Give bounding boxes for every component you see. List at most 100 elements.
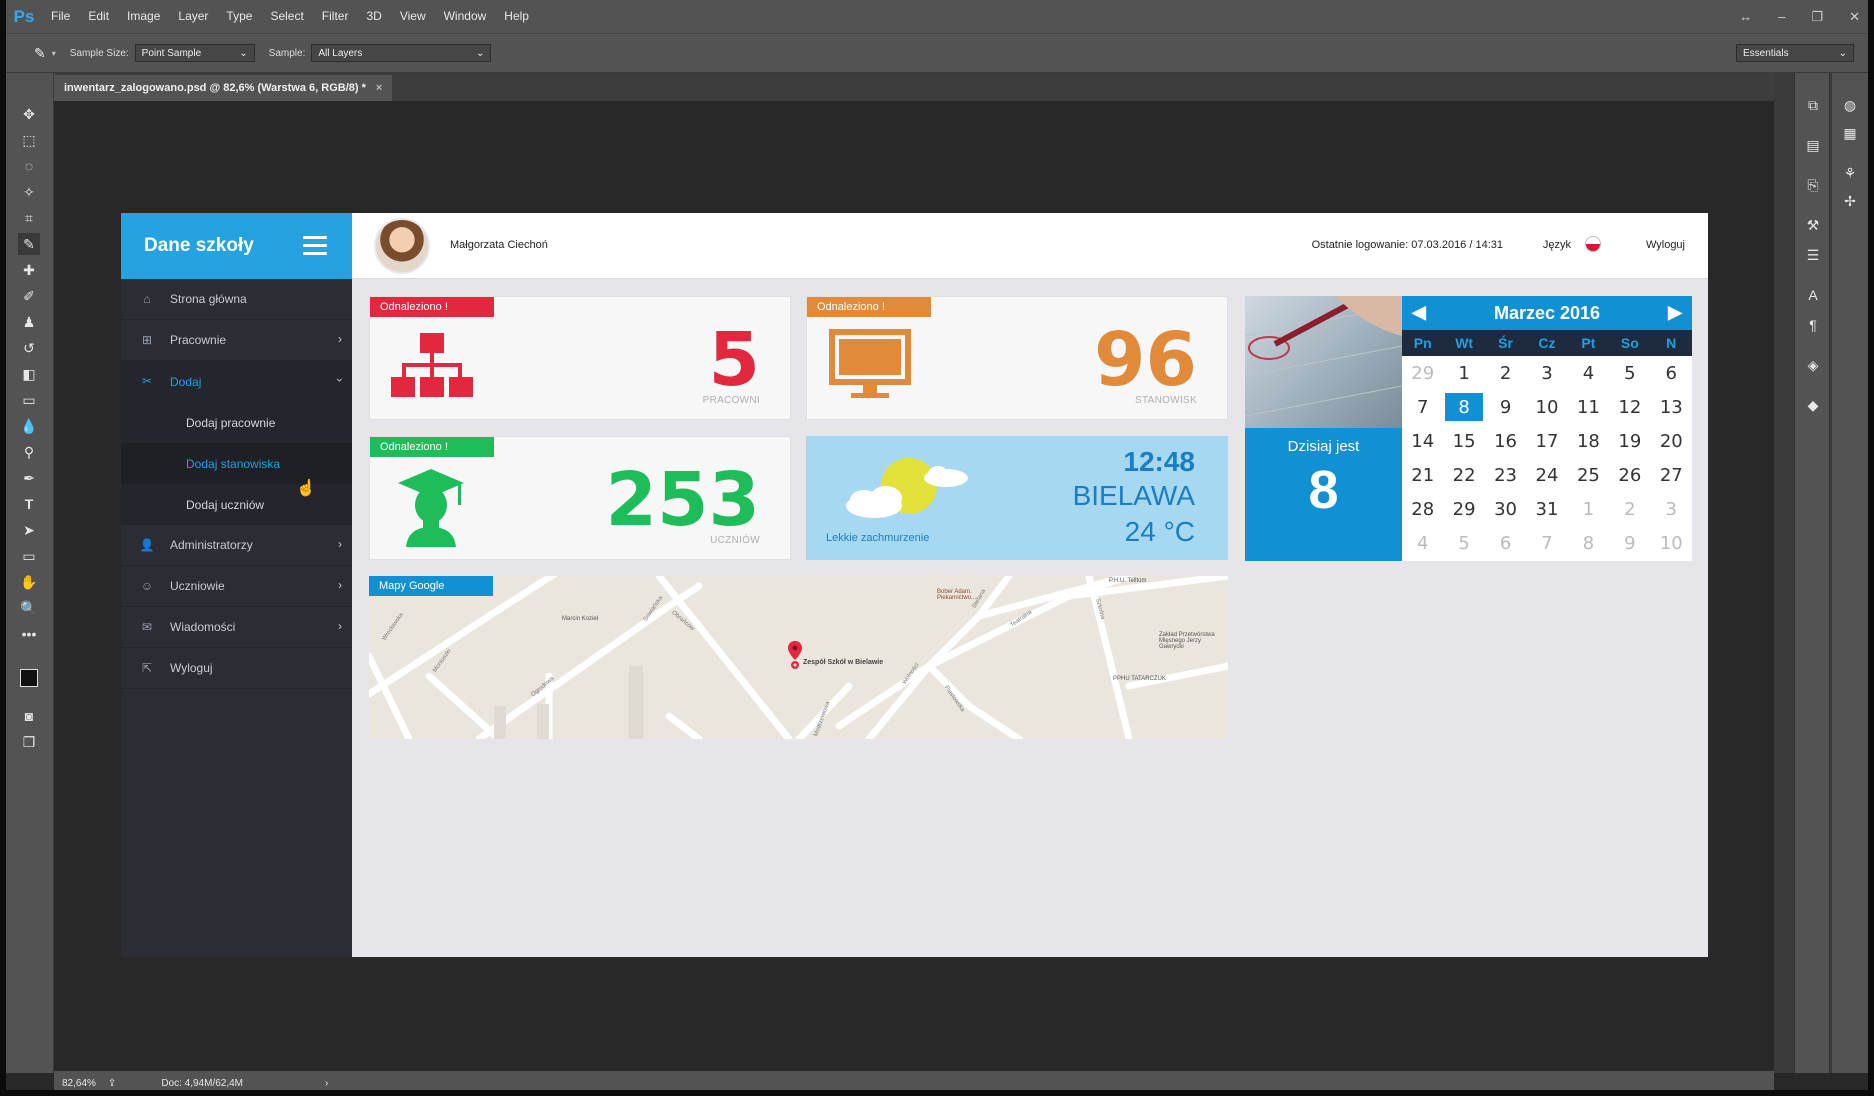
stat-card-stanowiska[interactable]: Odnaleziono ! 96 STANOWISK: [806, 296, 1228, 420]
calendar-day[interactable]: 4: [1568, 356, 1609, 390]
calendar-day[interactable]: 18: [1568, 424, 1609, 458]
eyedropper-tool-icon[interactable]: ✎: [18, 233, 40, 255]
avatar[interactable]: [374, 218, 430, 274]
zoom-tool-icon[interactable]: 🔍: [18, 597, 40, 619]
properties-panel-icon[interactable]: ☰: [1803, 245, 1823, 265]
eraser-tool-icon[interactable]: ◧: [18, 363, 40, 385]
calendar-day[interactable]: 1: [1568, 493, 1609, 527]
calendar-day[interactable]: 26: [1609, 459, 1650, 493]
prev-month-icon[interactable]: ◀: [1412, 302, 1426, 323]
more-tools-icon[interactable]: •••: [18, 623, 40, 645]
healing-brush-tool-icon[interactable]: ✚: [18, 259, 40, 281]
dodge-tool-icon[interactable]: ⚲: [18, 441, 40, 463]
stamp-tool-icon[interactable]: ♟: [18, 311, 40, 333]
calendar-day[interactable]: 10: [1651, 527, 1692, 561]
menu-window[interactable]: Window: [435, 0, 496, 33]
calendar-day[interactable]: 11: [1568, 390, 1609, 424]
chevron-down-icon[interactable]: ▾: [52, 49, 56, 58]
close-icon[interactable]: ✕: [1849, 9, 1860, 25]
nav-item-wyloguj[interactable]: ⇱ Wyloguj: [121, 648, 352, 689]
share-icon[interactable]: ⇪: [108, 1078, 116, 1089]
layers-panel-icon[interactable]: ◆: [1803, 395, 1823, 415]
menu-filter[interactable]: Filter: [313, 0, 358, 33]
channels-panel-icon[interactable]: ⚘: [1840, 163, 1860, 183]
menu-view[interactable]: View: [391, 0, 435, 33]
calendar-day[interactable]: 14: [1402, 424, 1443, 458]
calendar-day[interactable]: 21: [1402, 459, 1443, 493]
calendar-day[interactable]: 27: [1651, 459, 1692, 493]
calendar-day[interactable]: 31: [1526, 493, 1567, 527]
brush-tool-icon[interactable]: ✐: [18, 285, 40, 307]
calendar-day[interactable]: 8: [1568, 527, 1609, 561]
calendar-day[interactable]: 10: [1526, 390, 1567, 424]
history-brush-tool-icon[interactable]: ↺: [18, 337, 40, 359]
gradient-tool-icon[interactable]: ▭: [18, 389, 40, 411]
document-tab[interactable]: inwentarz_zalogowano.psd @ 82,6% (Warstw…: [54, 75, 392, 101]
nav-item-pracownie[interactable]: ⊞ Pracownie ›: [121, 320, 352, 361]
screen-mode-icon[interactable]: ❐: [18, 731, 40, 753]
hand-tool-icon[interactable]: ✋: [18, 571, 40, 593]
calendar-day[interactable]: 7: [1402, 390, 1443, 424]
clone-source-panel-icon[interactable]: ⎘: [1803, 175, 1823, 195]
logout-link[interactable]: Wyloguj: [1646, 239, 1685, 251]
menu-file[interactable]: File: [42, 0, 79, 33]
workspace-select[interactable]: Essentials ⌄: [1736, 44, 1854, 62]
calendar-day[interactable]: 5: [1609, 356, 1650, 390]
quick-mask-icon[interactable]: ◙: [18, 705, 40, 727]
nav-item-uczniowie[interactable]: ☺ Uczniowie ›: [121, 566, 352, 607]
type-tool-icon[interactable]: T: [18, 493, 40, 515]
calendar-day[interactable]: 20: [1651, 424, 1692, 458]
calendar-day[interactable]: 23: [1485, 459, 1526, 493]
calendar-day[interactable]: 7: [1526, 527, 1567, 561]
pen-tool-icon[interactable]: ✒: [18, 467, 40, 489]
calendar-day[interactable]: 1: [1443, 356, 1484, 390]
marquee-tool-icon[interactable]: ⬚: [18, 129, 40, 151]
calendar-day[interactable]: 19: [1609, 424, 1650, 458]
calendar-day[interactable]: 24: [1526, 459, 1567, 493]
calendar-day-selected[interactable]: 8: [1445, 393, 1483, 422]
restore-icon[interactable]: ❐: [1811, 9, 1823, 25]
menu-help[interactable]: Help: [495, 0, 538, 33]
menu-3d[interactable]: 3D: [357, 0, 390, 33]
paths-panel-icon[interactable]: ✢: [1840, 191, 1860, 211]
calendar-day[interactable]: 6: [1485, 527, 1526, 561]
swatches-panel-icon[interactable]: ▦: [1840, 123, 1860, 143]
calendar-day[interactable]: 9: [1485, 390, 1526, 424]
next-month-icon[interactable]: ▶: [1668, 302, 1682, 323]
google-map[interactable]: Mapy Google Zespół Szkół w Bielawie Marc…: [369, 576, 1228, 739]
character-panel-icon[interactable]: A: [1803, 285, 1823, 305]
resize-arrows-icon[interactable]: ↔: [1739, 9, 1752, 24]
calendar-day[interactable]: 2: [1485, 356, 1526, 390]
eyedropper-tool-icon[interactable]: ✎: [34, 45, 46, 62]
path-select-tool-icon[interactable]: ➤: [18, 519, 40, 541]
calendar-day[interactable]: 3: [1651, 493, 1692, 527]
sample-select[interactable]: All Layers ⌄: [311, 44, 492, 62]
tool-presets-panel-icon[interactable]: ⚒: [1803, 215, 1823, 235]
zoom-level[interactable]: 82,64%: [62, 1078, 96, 1089]
calendar-day[interactable]: 13: [1651, 390, 1692, 424]
close-tab-icon[interactable]: ×: [376, 82, 382, 94]
crop-tool-icon[interactable]: ⌗: [18, 207, 40, 229]
calendar-day[interactable]: 4: [1402, 527, 1443, 561]
rectangle-tool-icon[interactable]: ▭: [18, 545, 40, 567]
calendar-day[interactable]: 9: [1609, 527, 1650, 561]
stat-card-pracownie[interactable]: Odnaleziono ! 5 PRACOWNI: [369, 296, 791, 420]
color-panel-icon[interactable]: ◍: [1840, 95, 1860, 115]
subnav-item-dodaj-stanowiska[interactable]: Dodaj stanowiska: [121, 443, 352, 484]
hamburger-menu-icon[interactable]: [303, 236, 327, 256]
nav-item-dodaj[interactable]: ✂ Dodaj ›: [121, 361, 352, 402]
menu-type[interactable]: Type: [217, 0, 261, 33]
foreground-color-swatch[interactable]: [20, 669, 38, 687]
paragraph-panel-icon[interactable]: ¶: [1803, 315, 1823, 335]
menu-select[interactable]: Select: [261, 0, 312, 33]
calendar-day[interactable]: 25: [1568, 459, 1609, 493]
nav-item-administratorzy[interactable]: 👤 Administratorzy ›: [121, 525, 352, 566]
nav-item-strona-glowna[interactable]: ⌂ Strona główna: [121, 279, 352, 320]
polish-flag-icon[interactable]: [1585, 236, 1601, 252]
calendar-day[interactable]: 2: [1609, 493, 1650, 527]
history-panel-icon[interactable]: ⧉: [1803, 95, 1823, 115]
nav-item-wiadomosci[interactable]: ✉ Wiadomości ›: [121, 607, 352, 648]
calendar-day[interactable]: 5: [1443, 527, 1484, 561]
stat-card-uczniowie[interactable]: Odnaleziono ! 253 UCZNIÓW: [369, 436, 791, 560]
calendar-day[interactable]: 3: [1526, 356, 1567, 390]
